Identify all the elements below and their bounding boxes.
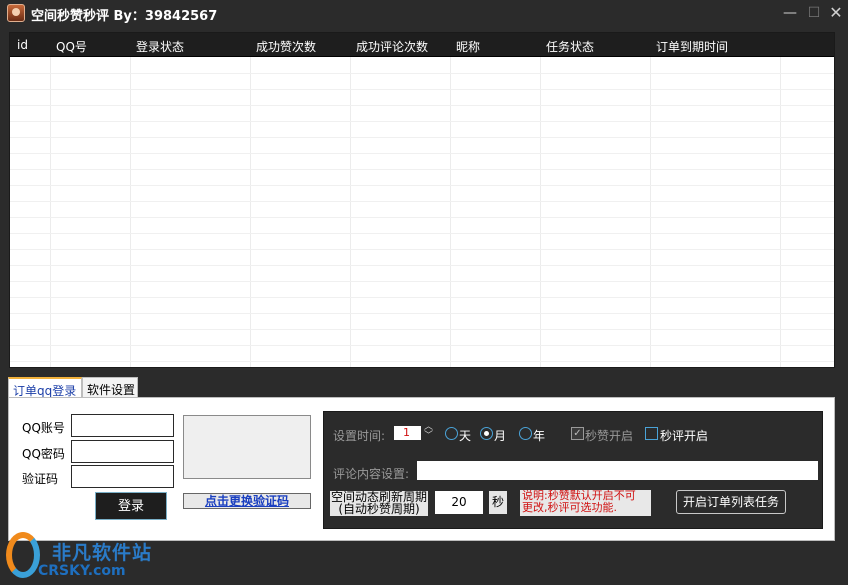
grid-row-line — [10, 265, 834, 266]
refresh-period-input[interactable]: 20 — [435, 491, 483, 514]
like-enable-checkbox: ✓ — [571, 427, 584, 440]
qq-account-label: QQ账号 — [22, 421, 65, 435]
grid-row-line — [10, 345, 834, 346]
grid-column-line — [540, 57, 541, 367]
comment-enable-label[interactable]: 秒评开启 — [660, 427, 708, 444]
column-header-nickname[interactable]: 昵称 — [456, 38, 480, 55]
grid-row-line — [10, 121, 834, 122]
login-button[interactable]: 登录 — [95, 492, 167, 520]
grid-column-line — [50, 57, 51, 367]
grid-row-line — [10, 169, 834, 170]
grid-row-line — [10, 281, 834, 282]
note-line2: 更改,秒评可选功能. — [522, 501, 617, 514]
grid-column-line — [250, 57, 251, 367]
captcha-input[interactable] — [71, 465, 174, 488]
set-time-label: 设置时间: — [333, 429, 386, 443]
qq-account-input[interactable] — [71, 414, 174, 437]
comment-enable-checkbox[interactable] — [645, 427, 658, 440]
order-table[interactable]: id QQ号 登录状态 成功赞次数 成功评论次数 昵称 任务状态 订单到期时间 — [9, 32, 835, 368]
refresh-captcha-button[interactable]: 点击更换验证码 — [183, 493, 311, 509]
column-header-like-count[interactable]: 成功赞次数 — [256, 38, 316, 55]
refresh-period-label: 空间动态刷新周期 (自动秒赞周期) — [330, 491, 428, 516]
column-header-qq[interactable]: QQ号 — [56, 38, 87, 55]
unit-day-radio[interactable] — [445, 427, 458, 440]
grid-row-line — [10, 217, 834, 218]
minimize-button[interactable]: — — [780, 3, 800, 23]
maximize-button[interactable]: ☐ — [804, 3, 824, 23]
close-button[interactable]: ✕ — [826, 3, 846, 23]
tab-order-qq-login[interactable]: 订单qq登录 — [8, 377, 82, 399]
column-header-comment-count[interactable]: 成功评论次数 — [356, 38, 428, 55]
note-text: 说明:秒赞默认开启不可 更改,秒评可选功能. — [520, 490, 651, 516]
grid-row-line — [10, 313, 834, 314]
grid-row-line — [10, 249, 834, 250]
grid-row-line — [10, 329, 834, 330]
app-icon — [7, 4, 25, 22]
grid-row-line — [10, 89, 834, 90]
unit-year-radio[interactable] — [519, 427, 532, 440]
unit-day-label[interactable]: 天 — [459, 427, 471, 444]
grid-column-line — [130, 57, 131, 367]
title-bar: 空间秒赞秒评 By：39842567 — ☐ ✕ — [0, 0, 848, 28]
start-order-task-button[interactable]: 开启订单列表任务 — [676, 490, 786, 514]
grid-row-line — [10, 73, 834, 74]
grid-row-line — [10, 137, 834, 138]
column-header-expire-time[interactable]: 订单到期时间 — [656, 38, 728, 55]
grid-row-line — [10, 185, 834, 186]
grid-row-line — [10, 105, 834, 106]
time-value-input[interactable]: 1 — [394, 426, 421, 440]
spin-down-icon[interactable]: ﹀ — [424, 432, 436, 441]
refresh-period-line2: (自动秒赞周期) — [338, 502, 420, 516]
watermark-en: CRSKY.com — [38, 563, 126, 579]
grid-row-line — [10, 153, 834, 154]
captcha-label: 验证码 — [22, 472, 59, 486]
captcha-image[interactable] — [183, 415, 311, 479]
grid-row-line — [10, 297, 834, 298]
crsky-logo-icon — [6, 532, 40, 578]
column-header-id[interactable]: id — [17, 38, 28, 52]
time-spinner[interactable]: ︿ ﹀ — [424, 423, 436, 443]
crsky-watermark: 非凡软件站 CRSKY.com — [0, 530, 162, 585]
unit-month-label[interactable]: 月 — [494, 427, 506, 444]
grid-column-line — [350, 57, 351, 367]
grid-row-line — [10, 361, 834, 362]
seconds-label: 秒 — [489, 491, 507, 514]
column-header-login-status[interactable]: 登录状态 — [136, 38, 184, 55]
grid-column-line — [450, 57, 451, 367]
grid-column-line — [650, 57, 651, 367]
comment-content-input[interactable] — [417, 461, 818, 480]
unit-month-radio[interactable] — [480, 427, 493, 440]
like-enable-label: 秒赞开启 — [585, 429, 634, 443]
tab-software-settings[interactable]: 软件设置 — [82, 377, 138, 398]
watermark-cn: 非凡软件站 — [52, 542, 153, 564]
grid-column-line — [780, 57, 781, 367]
unit-year-label[interactable]: 年 — [533, 427, 545, 444]
grid-row-line — [10, 233, 834, 234]
table-header: id QQ号 登录状态 成功赞次数 成功评论次数 昵称 任务状态 订单到期时间 — [10, 33, 834, 57]
qq-password-input[interactable] — [71, 440, 174, 463]
qq-password-label: QQ密码 — [22, 447, 65, 461]
grid-row-line — [10, 201, 834, 202]
column-header-task-status[interactable]: 任务状态 — [546, 38, 594, 55]
table-body — [10, 57, 834, 367]
window-title: 空间秒赞秒评 By：39842567 — [31, 9, 218, 24]
comment-content-label: 评论内容设置: — [333, 467, 410, 481]
